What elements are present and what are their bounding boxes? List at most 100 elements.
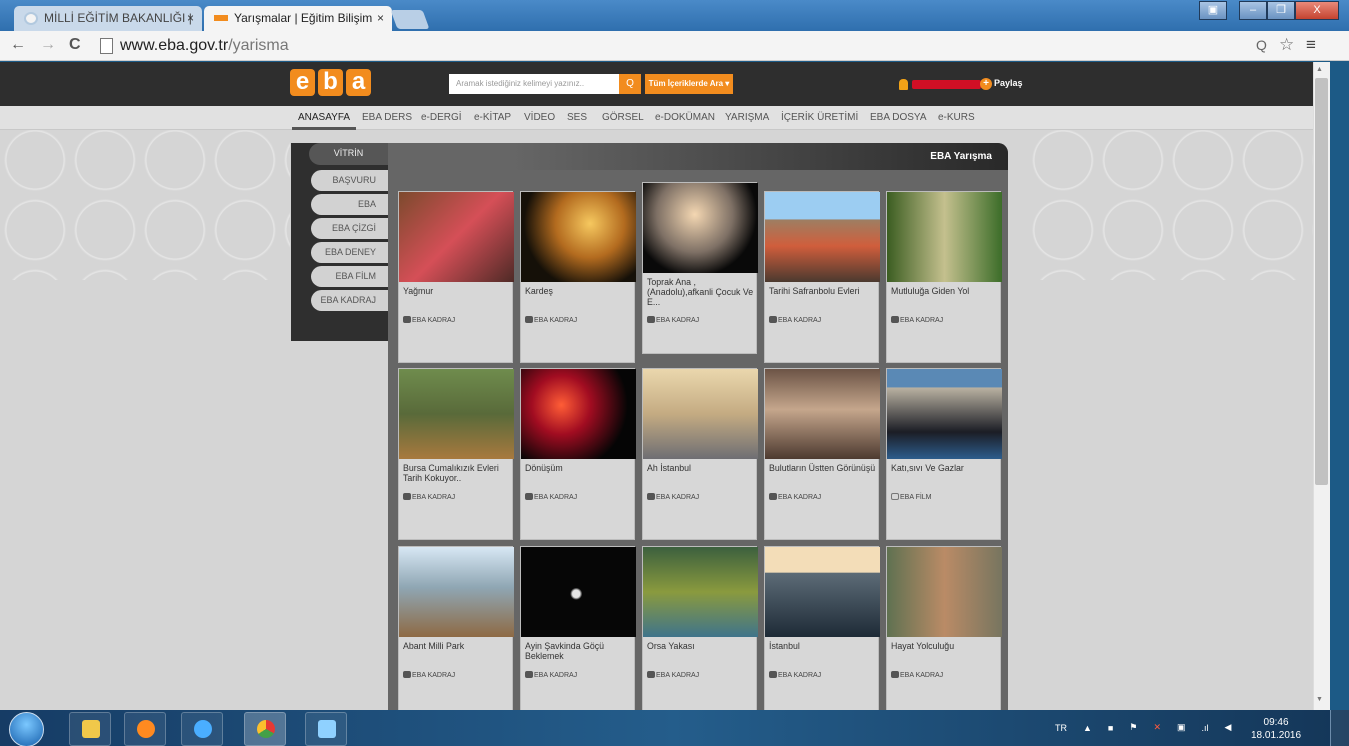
start-button[interactable] <box>9 712 44 746</box>
gallery-card[interactable]: Bulutların Üstten Görünüşü EBA KADRAJ <box>764 368 880 540</box>
gallery-card[interactable]: Yağmur EBA KADRAJ <box>398 191 514 363</box>
gallery-card[interactable]: Hayat Yolculuğu EBA KADRAJ <box>886 546 1002 710</box>
nav-e-dergi[interactable]: e-DERGİ <box>421 112 462 123</box>
error-icon[interactable]: ✕ <box>1153 722 1161 733</box>
card-title[interactable]: Yağmur <box>403 286 511 296</box>
volume-icon[interactable]: ◀ <box>1225 722 1232 733</box>
card-thumbnail[interactable] <box>887 369 1002 459</box>
gallery-card[interactable]: Katı,sıvı Ve Gazlar EBA FİLM <box>886 368 1002 540</box>
gallery-card[interactable]: Ayin Şavkinda Göçü Beklemek EBA KADRAJ <box>520 546 636 710</box>
gallery-card[interactable]: Mutluluğa Giden Yol EBA KADRAJ <box>886 191 1002 363</box>
gallery-card[interactable]: Orsa Yakası EBA KADRAJ <box>642 546 758 710</box>
share-button[interactable]: + Paylaş <box>980 78 1023 90</box>
gallery-card[interactable]: Toprak Ana ,(Anadolu),afkanli Çocuk Ve E… <box>642 182 758 354</box>
internet-explorer-task[interactable] <box>181 712 223 746</box>
paint-task[interactable] <box>305 712 347 746</box>
sidebar-eba-belgesel[interactable]: EBA BELGESEL <box>311 194 388 230</box>
card-thumbnail[interactable] <box>887 192 1002 282</box>
nav-eba-dosya[interactable]: EBA DOSYA <box>870 112 927 123</box>
nav-gorsel[interactable]: GÖRSEL <box>602 112 644 123</box>
card-title[interactable]: Orsa Yakası <box>647 641 755 651</box>
scroll-up-icon[interactable]: ▲ <box>1316 66 1323 73</box>
sidebar-eba-kadraj[interactable]: EBA KADRAJ <box>311 290 388 311</box>
eba-logo[interactable]: eba <box>290 69 371 96</box>
system-clock[interactable]: 09:46 18.01.2016 <box>1251 716 1301 742</box>
gallery-card[interactable]: Kardeş EBA KADRAJ <box>520 191 636 363</box>
nav-e-dokuman[interactable]: e-DOKÜMAN <box>655 112 715 123</box>
nav-icerik-uretimi[interactable]: İÇERİK ÜRETİMİ <box>781 112 858 123</box>
zoom-icon[interactable]: Q <box>1256 37 1267 53</box>
card-thumbnail[interactable] <box>643 369 758 459</box>
forward-button[interactable]: → <box>40 36 56 54</box>
card-title[interactable]: Bulutların Üstten Görünüşü <box>769 463 877 473</box>
explorer-task[interactable] <box>69 712 111 746</box>
card-title[interactable]: Kardeş <box>525 286 633 296</box>
card-title[interactable]: Abant Milli Park <box>403 641 511 651</box>
gallery-card[interactable]: Tarihi Safranbolu Evleri EBA KADRAJ <box>764 191 880 363</box>
action-center-icon[interactable]: ⚑ <box>1129 722 1137 733</box>
user-name-redacted[interactable] <box>912 80 981 89</box>
reload-button[interactable]: C <box>69 36 81 54</box>
gallery-card[interactable]: Abant Milli Park EBA KADRAJ <box>398 546 514 710</box>
gallery-card[interactable]: Dönüşüm EBA KADRAJ <box>520 368 636 540</box>
search-scope-dropdown[interactable]: Tüm İçeriklerde Ara ▾ <box>645 74 733 94</box>
media-player-task[interactable] <box>124 712 166 746</box>
card-title[interactable]: Katı,sıvı Ve Gazlar <box>891 463 999 473</box>
card-title[interactable]: Toprak Ana ,(Anadolu),afkanli Çocuk Ve E… <box>647 277 755 307</box>
device-icon[interactable]: ▣ <box>1177 722 1186 733</box>
back-button[interactable]: ← <box>10 36 26 54</box>
sidebar-eba-cizgi[interactable]: EBA ÇİZGİ <box>311 218 388 239</box>
restore-button[interactable]: ❐ <box>1267 1 1295 20</box>
card-title[interactable]: Mutluluğa Giden Yol <box>891 286 999 296</box>
nav-video[interactable]: VİDEO <box>524 112 555 123</box>
card-thumbnail[interactable] <box>399 547 514 637</box>
card-thumbnail[interactable] <box>399 192 514 282</box>
card-title[interactable]: Ah İstanbul <box>647 463 755 473</box>
sidebar-eba-film[interactable]: EBA FİLM <box>311 266 388 287</box>
gallery-card[interactable]: Bursa Cumalıkızık Evleri Tarih Kokuyor..… <box>398 368 514 540</box>
close-tab-icon[interactable]: × <box>377 6 384 31</box>
card-title[interactable]: Dönüşüm <box>525 463 633 473</box>
nav-yarisma[interactable]: YARIŞMA <box>725 112 769 123</box>
card-thumbnail[interactable] <box>643 547 758 637</box>
card-title[interactable]: İstanbul <box>769 641 877 651</box>
browser-menu-icon[interactable]: ≡ <box>1306 35 1316 55</box>
close-tab-icon[interactable]: × <box>187 6 194 31</box>
bookmark-star-icon[interactable]: ☆ <box>1279 35 1294 55</box>
show-desktop-button[interactable] <box>1330 710 1349 746</box>
nav-e-kurs[interactable]: e-KURS <box>938 112 975 123</box>
gallery-card[interactable]: Ah İstanbul EBA KADRAJ <box>642 368 758 540</box>
close-window-button[interactable]: X <box>1295 1 1339 20</box>
card-thumbnail[interactable] <box>399 369 514 459</box>
card-title[interactable]: Bursa Cumalıkızık Evleri Tarih Kokuyor.. <box>403 463 511 483</box>
nav-eba-ders[interactable]: EBA DERS <box>362 112 412 123</box>
search-button[interactable]: Q <box>619 74 641 94</box>
network-icon[interactable]: ■ <box>1108 723 1113 733</box>
card-title[interactable]: Hayat Yolculuğu <box>891 641 999 651</box>
address-bar[interactable]: www.eba.gov.tr/yarisma <box>92 34 1250 58</box>
card-thumbnail[interactable] <box>887 547 1002 637</box>
card-thumbnail[interactable] <box>521 369 636 459</box>
search-input[interactable]: Aramak istediğiniz kelimeyi yazınız.. <box>449 74 619 94</box>
minimize-button[interactable]: – <box>1239 1 1267 20</box>
card-thumbnail[interactable] <box>765 547 880 637</box>
signal-icon[interactable]: .ıl <box>1202 723 1209 733</box>
window-menu-icon[interactable]: ▣ <box>1199 1 1227 20</box>
scroll-down-icon[interactable]: ▼ <box>1316 696 1323 703</box>
sidebar-vitrin[interactable]: VİTRİN <box>309 143 388 165</box>
nav-ses[interactable]: SES <box>567 112 587 123</box>
chrome-task[interactable] <box>244 712 286 746</box>
sidebar-eba-deney[interactable]: EBA DENEY <box>311 242 388 263</box>
card-title[interactable]: Ayin Şavkinda Göçü Beklemek <box>525 641 633 661</box>
card-thumbnail[interactable] <box>765 192 880 282</box>
tray-expand-icon[interactable]: ▲ <box>1083 723 1092 733</box>
card-thumbnail[interactable] <box>521 547 636 637</box>
sidebar-basvuru[interactable]: BAŞVURU <box>311 170 388 191</box>
card-title[interactable]: Tarihi Safranbolu Evleri <box>769 286 877 296</box>
card-thumbnail[interactable] <box>643 183 758 273</box>
card-thumbnail[interactable] <box>765 369 880 459</box>
new-tab-button[interactable] <box>390 10 430 29</box>
language-indicator[interactable]: TR <box>1055 723 1067 733</box>
scroll-thumb[interactable] <box>1315 78 1328 485</box>
nav-anasayfa[interactable]: ANASAYFA <box>298 112 350 123</box>
